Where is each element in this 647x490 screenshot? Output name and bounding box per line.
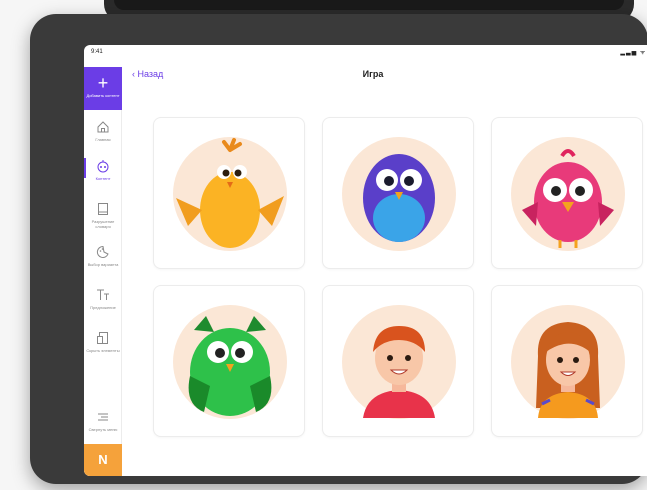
page-title: Игра — [362, 69, 384, 79]
blue-bird-illustration — [363, 154, 435, 242]
app-screen: 9:41 ▂▃▅ ᯤ ▬ + Добавить контент Главная … — [84, 45, 647, 476]
sidebar-item-label: Предложение — [90, 305, 116, 310]
tablet-frame: 9:41 ▂▃▅ ᯤ ▬ + Добавить контент Главная … — [30, 14, 647, 484]
collapse-menu-icon — [98, 413, 108, 421]
green-owl-illustration — [188, 316, 272, 416]
sidebar: + Добавить контент Главная Контент Разру… — [84, 67, 122, 476]
sidebar-item-collapse[interactable]: Свернуть меню — [84, 409, 122, 432]
pink-bird-illustration — [522, 149, 614, 248]
status-time: 9:41 — [91, 49, 103, 55]
sidebar-item-content[interactable]: Контент — [84, 158, 122, 181]
sidebar-item-label: Разрушение словаря — [91, 219, 115, 229]
sidebar-item-label: Скрыть элементы — [86, 348, 120, 353]
sidebar-item-label: Контент — [95, 176, 111, 181]
text-icon — [97, 289, 109, 300]
hide-icon — [97, 332, 108, 344]
sidebar-item-label: Выбор варианта — [87, 262, 119, 267]
home-icon — [97, 121, 109, 133]
green-owl-avatar[interactable] — [153, 285, 305, 437]
palette-icon — [96, 245, 109, 258]
back-button[interactable]: ‹ Назад — [132, 69, 163, 79]
yellow-chicken-avatar[interactable] — [153, 117, 305, 269]
gamepad-icon — [97, 160, 109, 173]
blue-bird-avatar[interactable] — [322, 117, 474, 269]
status-indicators: ▂▃▅ ᯤ ▬ — [620, 50, 647, 56]
girl-avatar[interactable] — [491, 285, 643, 437]
user-initial-tile[interactable]: N — [84, 444, 122, 476]
girl-illustration — [536, 322, 600, 418]
stage: 9:41 ▂▃▅ ᯤ ▬ + Добавить контент Главная … — [0, 0, 647, 490]
sidebar-item-dictionary[interactable]: Разрушение словаря — [84, 201, 122, 229]
sidebar-item-variant[interactable]: Выбор варианта — [84, 244, 122, 267]
sidebar-item-label: Главная — [95, 137, 111, 142]
sidebar-item-hide[interactable]: Скрыть элементы — [84, 330, 122, 353]
sidebar-item-label: Свернуть меню — [88, 427, 118, 432]
boy-avatar[interactable] — [322, 285, 474, 437]
book-icon — [98, 203, 108, 215]
sidebar-item-sentence[interactable]: Предложение — [84, 287, 122, 310]
status-bar: 9:41 ▂▃▅ ᯤ ▬ — [84, 45, 647, 59]
sidebar-item-home[interactable]: Главная — [84, 119, 122, 142]
add-content-label: Добавить контент — [86, 93, 120, 98]
chicken-illustration — [176, 138, 284, 248]
boy-illustration — [363, 326, 435, 418]
pink-bird-avatar[interactable] — [491, 117, 643, 269]
